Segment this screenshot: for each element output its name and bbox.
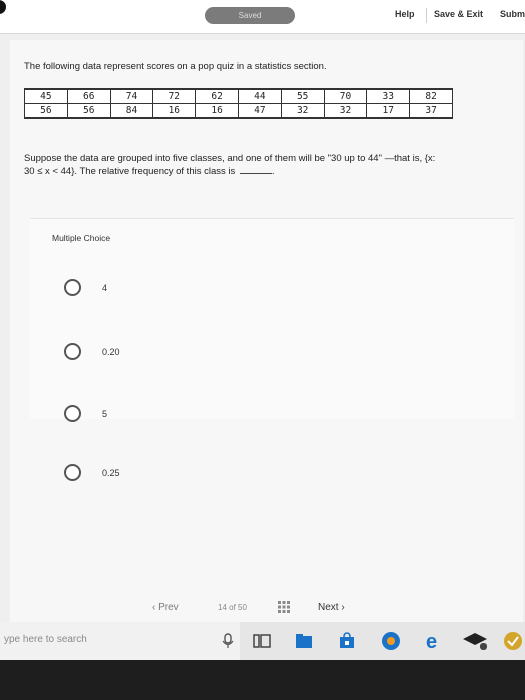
next-label: Next — [318, 602, 339, 613]
taskbar-search-box[interactable]: ype here to search — [0, 622, 240, 660]
table-cell: 16 — [195, 103, 239, 119]
app-window: Saved Help Save & Exit Subm The followin… — [0, 0, 525, 700]
question-prompt: Suppose the data are grouped into five c… — [24, 152, 514, 178]
task-view-icon[interactable] — [253, 632, 271, 650]
page-of-label: of — [229, 603, 236, 612]
table-cell: 66 — [66, 88, 111, 104]
table-cell: 56 — [24, 103, 68, 119]
graduation-cap-icon[interactable] — [462, 631, 488, 651]
saved-status-badge: Saved — [205, 7, 295, 24]
choice-label: 0.20 — [102, 347, 120, 357]
prompt-line-2: 30 ≤ x < 44}. The relative frequency of … — [24, 165, 275, 177]
table-cell: 37 — [409, 103, 453, 119]
top-bar: Saved Help Save & Exit Subm — [0, 0, 525, 34]
scores-table: 45 66 74 72 62 44 55 70 33 82 56 56 84 1… — [24, 88, 453, 119]
radio-button[interactable] — [64, 279, 81, 296]
edge-icon[interactable]: e — [423, 630, 445, 652]
question-intro: The following data represent scores on a… — [24, 61, 327, 72]
taskbar-search-placeholder: ype here to search — [4, 634, 87, 645]
radio-button[interactable] — [64, 343, 81, 360]
table-cell: 17 — [366, 103, 411, 119]
browser-icon[interactable] — [381, 631, 401, 651]
prev-button[interactable]: ‹ Prev — [152, 602, 179, 613]
grid-icon[interactable] — [278, 601, 290, 613]
multiple-choice-card: Multiple Choice 4 0.20 5 0.25 — [30, 218, 514, 481]
radio-button[interactable] — [64, 405, 81, 422]
table-cell: 55 — [280, 88, 325, 104]
choice-option[interactable]: 0.25 — [64, 464, 364, 484]
choice-option[interactable]: 4 — [64, 279, 364, 299]
taskbar: ype here to search e — [0, 622, 525, 660]
prompt-line-2-text: 30 ≤ x < 44}. The relative frequency of … — [24, 166, 236, 177]
checkmark-icon[interactable] — [503, 631, 523, 651]
svg-text:e: e — [426, 631, 437, 652]
prompt-line-1: Suppose the data are grouped into five c… — [24, 153, 436, 164]
table-cell: 56 — [66, 103, 111, 119]
table-cell: 47 — [237, 103, 282, 119]
table-row: 45 66 74 72 62 44 55 70 33 82 — [24, 88, 453, 104]
page-indicator: 14 of 50 — [218, 603, 247, 612]
desk-area — [0, 660, 525, 700]
save-exit-link[interactable]: Save & Exit — [434, 9, 483, 19]
choice-label: 4 — [102, 283, 108, 293]
table-cell: 84 — [109, 103, 154, 119]
total-pages: 50 — [238, 603, 247, 612]
radio-button[interactable] — [64, 464, 81, 481]
table-cell: 82 — [409, 88, 453, 104]
table-cell: 16 — [152, 103, 197, 119]
table-cell: 70 — [323, 88, 368, 104]
help-link[interactable]: Help — [395, 9, 415, 19]
store-icon[interactable] — [338, 632, 356, 650]
multiple-choice-title: Multiple Choice — [52, 233, 111, 243]
chevron-right-icon: › — [338, 602, 345, 613]
table-cell: 32 — [280, 103, 325, 119]
table-cell: 33 — [366, 88, 411, 104]
next-button[interactable]: Next › — [318, 602, 345, 613]
table-cell: 74 — [109, 88, 154, 104]
divider — [426, 8, 427, 23]
table-cell: 32 — [323, 103, 368, 119]
choice-option[interactable]: 5 — [64, 405, 364, 425]
table-cell: 44 — [237, 88, 282, 104]
submit-link[interactable]: Subm — [500, 9, 525, 19]
microphone-icon[interactable] — [222, 633, 234, 649]
choice-label: 5 — [102, 409, 108, 419]
answer-blank — [239, 165, 272, 174]
question-panel: The following data represent scores on a… — [10, 40, 523, 690]
current-page: 14 — [218, 603, 227, 612]
prev-label: Prev — [158, 602, 179, 613]
file-explorer-icon[interactable] — [295, 632, 313, 650]
table-cell: 62 — [195, 88, 239, 104]
table-cell: 72 — [152, 88, 197, 104]
table-cell: 45 — [24, 88, 68, 104]
choice-label: 0.25 — [102, 468, 120, 478]
menu-tab[interactable] — [0, 0, 6, 14]
table-row: 56 56 84 16 16 47 32 32 17 37 — [24, 103, 453, 119]
choice-option[interactable]: 0.20 — [64, 343, 364, 363]
